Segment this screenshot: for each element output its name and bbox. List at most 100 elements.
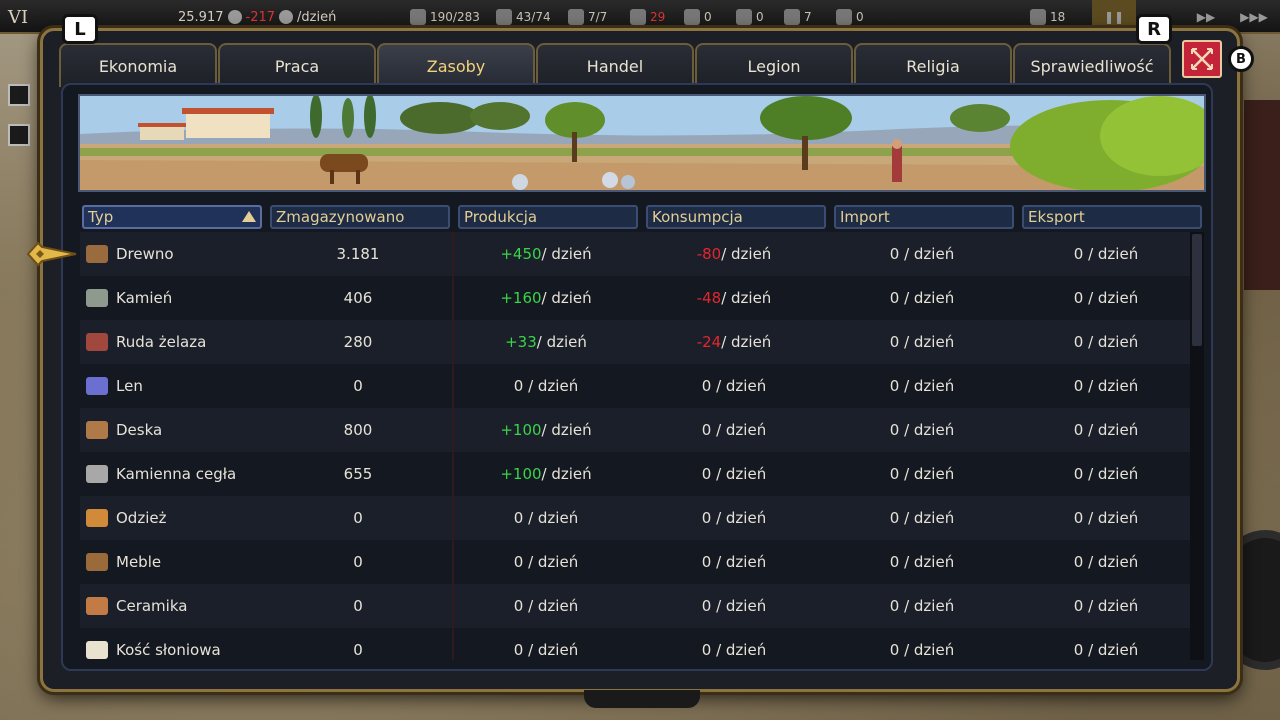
farm-banner-illustration <box>78 94 1206 192</box>
population-value: 190/283 <box>430 10 480 24</box>
production-cell: 0 / dzień <box>513 553 579 571</box>
table-row[interactable]: Drewno 3.181 +450 / dzień -80 / dzień 0 / dz… <box>80 232 1190 276</box>
production-cell-unit: / dzień <box>541 245 592 263</box>
stored-cell: 0 <box>353 377 363 395</box>
tab-ekonomia[interactable]: Ekonomia <box>59 43 217 87</box>
production-cell-unit: / dzień <box>541 421 592 439</box>
tab-sprawiedliwosc[interactable]: Sprawiedliwość <box>1013 43 1171 87</box>
table-row[interactable]: Ceramika 0 0 / dzień 0 / dzień 0 / dzień 0 / … <box>80 584 1190 628</box>
table-row[interactable]: Kamienna cegła 655 +100 / dzień 0 / dzień 0 … <box>80 452 1190 496</box>
resource-name-cell: Drewno <box>80 232 260 276</box>
production-cell-unit: / dzień <box>541 465 592 483</box>
resource-name: Len <box>116 377 143 395</box>
resource-name: Kość słoniowa <box>116 641 221 659</box>
alert-icon <box>784 9 800 25</box>
house-icon <box>736 9 752 25</box>
production-cell-value: +450 <box>500 245 542 263</box>
stored-cell: 406 <box>343 289 373 307</box>
stored-cell: 0 <box>353 509 363 527</box>
column-header-production[interactable]: Produkcja <box>458 205 638 229</box>
export-cell: 0 / dzień <box>1073 245 1139 263</box>
export-cell: 0 / dzień <box>1073 641 1139 659</box>
resource-name-cell: Odzież <box>80 496 260 540</box>
consumption-cell: 0 / dzień <box>701 509 767 527</box>
scrollbar-thumb[interactable] <box>1192 234 1202 346</box>
fastest-forward-button[interactable]: ▶▶▶ <box>1232 0 1276 34</box>
import-cell: 0 / dzień <box>889 245 955 263</box>
column-header-production-label: Produkcja <box>464 208 538 226</box>
close-button[interactable] <box>1182 40 1222 78</box>
table-row[interactable]: Meble 0 0 / dzień 0 / dzień 0 / dzień 0 / dzi… <box>80 540 1190 584</box>
resource-name: Kamień <box>116 289 173 307</box>
resource-name-cell: Kość słoniowa <box>80 628 260 660</box>
tab-bar: Ekonomia Praca Zasoby Handel Legion Reli… <box>59 43 1172 87</box>
resource-table-body: Drewno 3.181 +450 / dzień -80 / dzień 0 / dz… <box>80 232 1190 660</box>
farm-scene-image <box>80 96 1204 190</box>
stored-cell: 0 <box>353 597 363 615</box>
import-cell: 0 / dzień <box>889 465 955 483</box>
table-row[interactable]: Ruda żelaza 280 +33 / dzień -24 / dzień 0 / … <box>80 320 1190 364</box>
close-icon <box>1191 48 1213 70</box>
consumption-cell-unit: / dzień <box>721 245 772 263</box>
column-header-stored[interactable]: Zmagazynowano <box>270 205 450 229</box>
tab-label: Religia <box>906 56 960 76</box>
resource-name-cell: Kamienna cegła <box>80 452 260 496</box>
crime-value: 0 <box>856 10 864 24</box>
defense-value: 0 <box>704 10 712 24</box>
tab-handel[interactable]: Handel <box>536 43 694 87</box>
column-header-type-label: Typ <box>88 208 114 226</box>
consumption-cell-value: -48 <box>696 289 722 307</box>
column-header-export[interactable]: Eksport <box>1022 205 1202 229</box>
column-header-export-label: Eksport <box>1028 208 1085 226</box>
tab-zasoby[interactable]: Zasoby <box>377 43 535 87</box>
ivory-icon <box>86 641 108 659</box>
production-cell: +100 / dzień <box>456 408 636 452</box>
production-cell: +100 / dzień <box>456 452 636 496</box>
tab-legion[interactable]: Legion <box>695 43 853 87</box>
table-row[interactable]: Kamień 406 +160 / dzień -48 / dzień 0 / dzie… <box>80 276 1190 320</box>
left-side-checkbox[interactable] <box>8 84 30 106</box>
log-icon <box>86 245 108 263</box>
tab-label: Sprawiedliwość <box>1030 56 1154 76</box>
column-header-stored-label: Zmagazynowano <box>276 208 405 226</box>
resource-name-cell: Deska <box>80 408 260 452</box>
export-cell: 0 / dzień <box>1073 465 1139 483</box>
table-row[interactable]: Len 0 0 / dzień 0 / dzień 0 / dzień 0 / dzień <box>80 364 1190 408</box>
tab-religia[interactable]: Religia <box>854 43 1012 87</box>
export-cell: 0 / dzień <box>1073 333 1139 351</box>
resource-name-cell: Len <box>80 364 260 408</box>
production-cell: 0 / dzień <box>513 377 579 395</box>
production-cell: 0 / dzień <box>513 597 579 615</box>
column-header-consumption[interactable]: Konsumpcja <box>646 205 826 229</box>
column-header-type[interactable]: Typ <box>82 205 262 229</box>
selection-pointer-icon <box>26 241 77 267</box>
flax-icon <box>86 377 108 395</box>
import-cell: 0 / dzień <box>889 509 955 527</box>
clock-icon <box>1030 9 1046 25</box>
export-cell: 0 / dzień <box>1073 509 1139 527</box>
export-cell: 0 / dzień <box>1073 421 1139 439</box>
import-cell: 0 / dzień <box>889 641 955 659</box>
production-cell: 0 / dzień <box>513 509 579 527</box>
tab-label: Handel <box>586 56 644 76</box>
coin-icon <box>227 10 242 24</box>
resource-name-cell: Meble <box>80 540 260 584</box>
sort-ascending-icon <box>242 211 256 222</box>
table-row[interactable]: Deska 800 +100 / dzień 0 / dzień 0 / dzień 0 … <box>80 408 1190 452</box>
furniture-icon <box>86 553 108 571</box>
column-header-import-label: Import <box>840 208 890 226</box>
resource-name: Ceramika <box>116 597 188 615</box>
table-scrollbar[interactable] <box>1190 232 1204 660</box>
plank-icon <box>86 421 108 439</box>
helmet-icon <box>568 9 584 25</box>
resource-name: Deska <box>116 421 163 439</box>
table-row[interactable]: Kość słoniowa 0 0 / dzień 0 / dzień 0 / dzie… <box>80 628 1190 660</box>
production-cell-value: +33 <box>505 333 537 351</box>
production-cell: +33 / dzień <box>456 320 636 364</box>
right-side-panel <box>1244 100 1280 290</box>
table-row[interactable]: Odzież 0 0 / dzień 0 / dzień 0 / dzień 0 / dz… <box>80 496 1190 540</box>
tab-praca[interactable]: Praca <box>218 43 376 87</box>
brick-icon <box>86 465 108 483</box>
left-side-checkbox[interactable] <box>8 124 30 146</box>
column-header-import[interactable]: Import <box>834 205 1014 229</box>
